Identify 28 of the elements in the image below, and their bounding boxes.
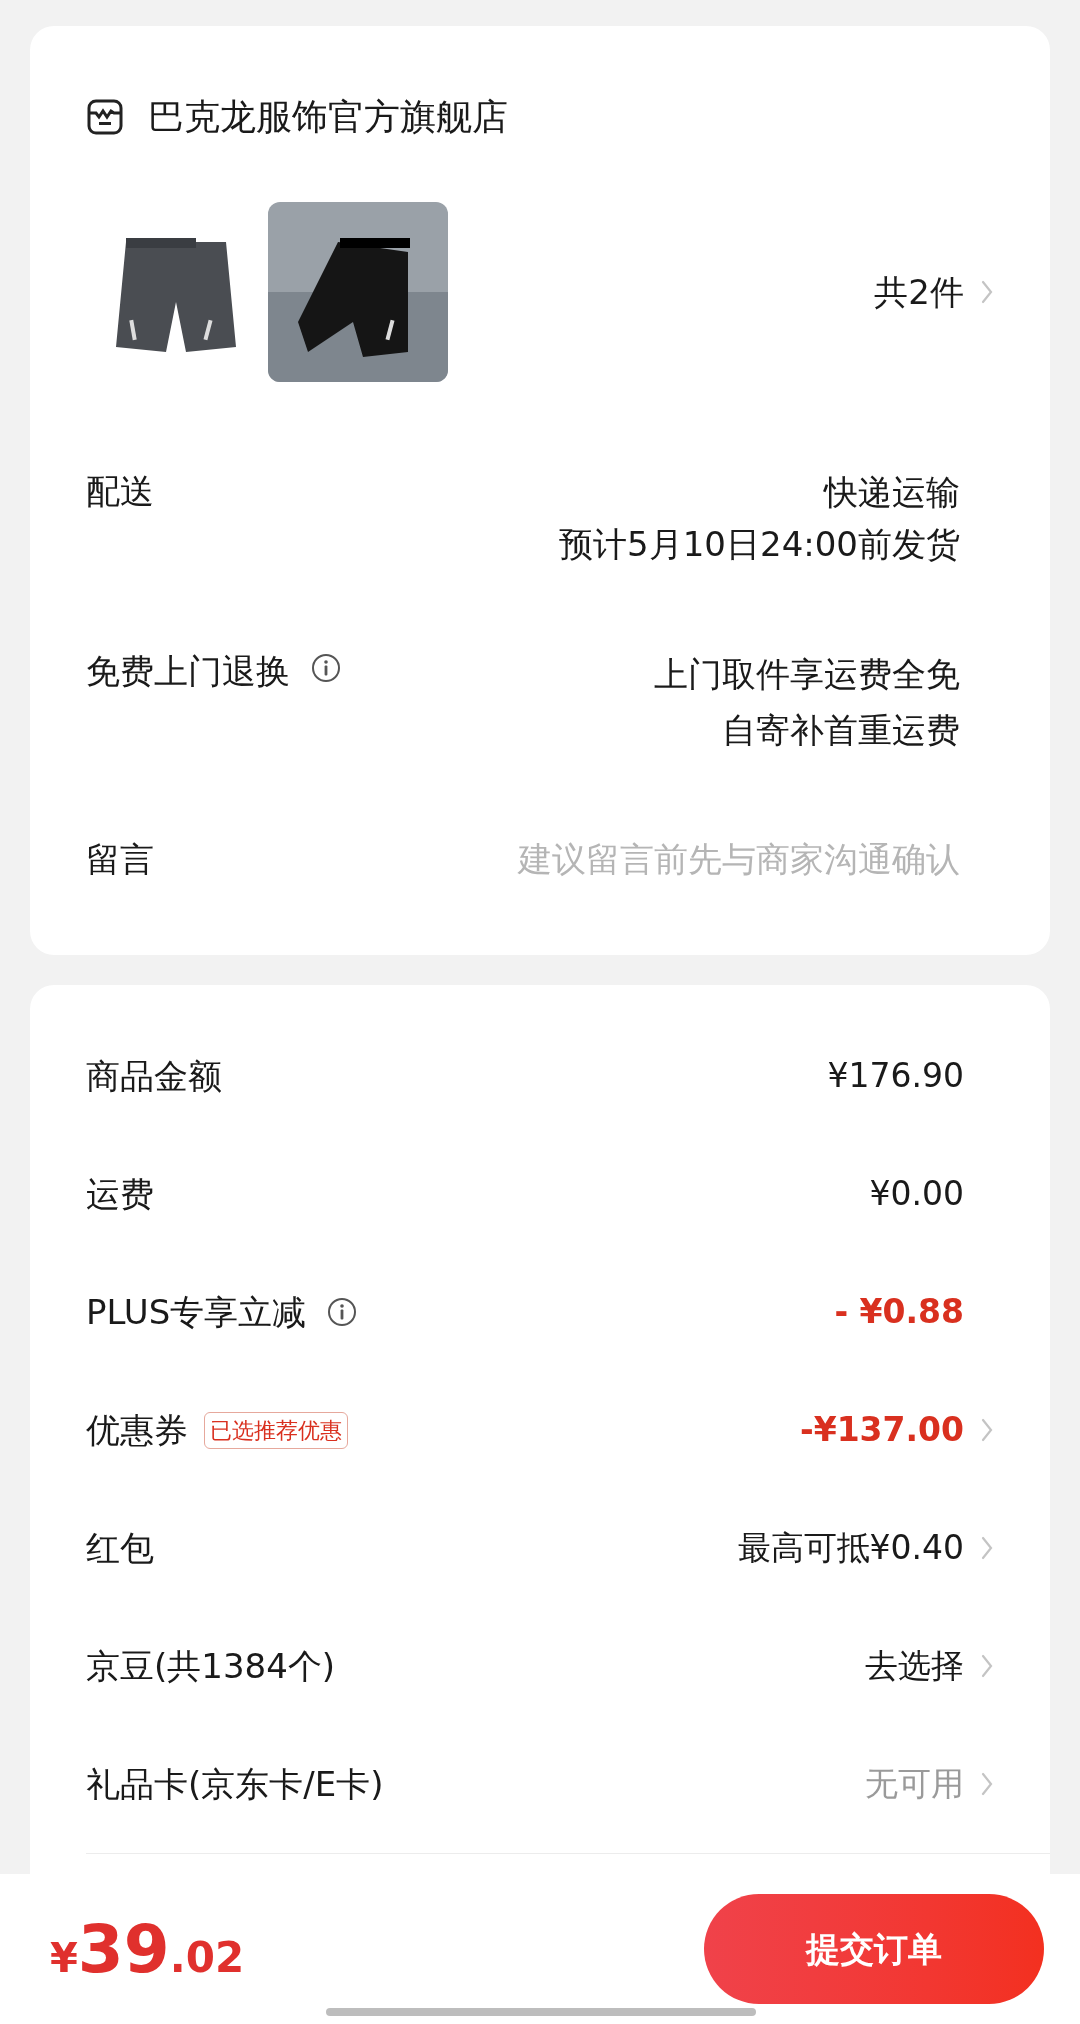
fee-label: 礼品卡(京东卡/E卡) (86, 1762, 384, 1806)
fee-label: 商品金额 (86, 1054, 222, 1098)
fee-value[interactable]: 最高可抵¥0.40 (737, 1523, 964, 1573)
total-price: ¥39.02 (50, 1909, 245, 1990)
fee-label: 红包 (86, 1526, 154, 1570)
submit-order-button[interactable]: 提交订单 (704, 1894, 1044, 2004)
fee-label: PLUS专享立减 (86, 1290, 307, 1334)
fee-label: 运费 (86, 1172, 154, 1216)
return-info: 上门取件享运费全免 (654, 653, 960, 696)
delivery-info: 快递运输 (824, 471, 960, 514)
delivery-label: 配送 (86, 470, 154, 513)
chevron-right-icon (980, 279, 994, 305)
store-icon (86, 98, 124, 136)
fee-label: 京豆(共1384个) (86, 1644, 336, 1688)
recommended-tag: 已选推荐优惠 (204, 1411, 348, 1449)
fee-value: ¥0.00 (869, 1173, 964, 1216)
fee-value: ¥176.90 (827, 1055, 964, 1098)
fee-label: 优惠券 (86, 1408, 188, 1452)
return-info: 自寄补首重运费 (722, 709, 960, 752)
delivery-info: 预计5月10日24:00前发货 (559, 523, 960, 566)
return-label: 免费上门退换 (86, 650, 290, 693)
store-name[interactable]: 巴克龙服饰官方旗舰店 (148, 90, 508, 144)
fee-value: - ¥0.88 (834, 1291, 964, 1334)
message-label: 留言 (86, 838, 154, 881)
fee-value[interactable]: -¥137.00 (800, 1405, 964, 1455)
message-field[interactable]: 建议留言前先与商家沟通确认 (154, 834, 960, 885)
item-count[interactable]: 共2件 (874, 266, 964, 318)
fee-value[interactable]: 去选择 (865, 1641, 964, 1691)
